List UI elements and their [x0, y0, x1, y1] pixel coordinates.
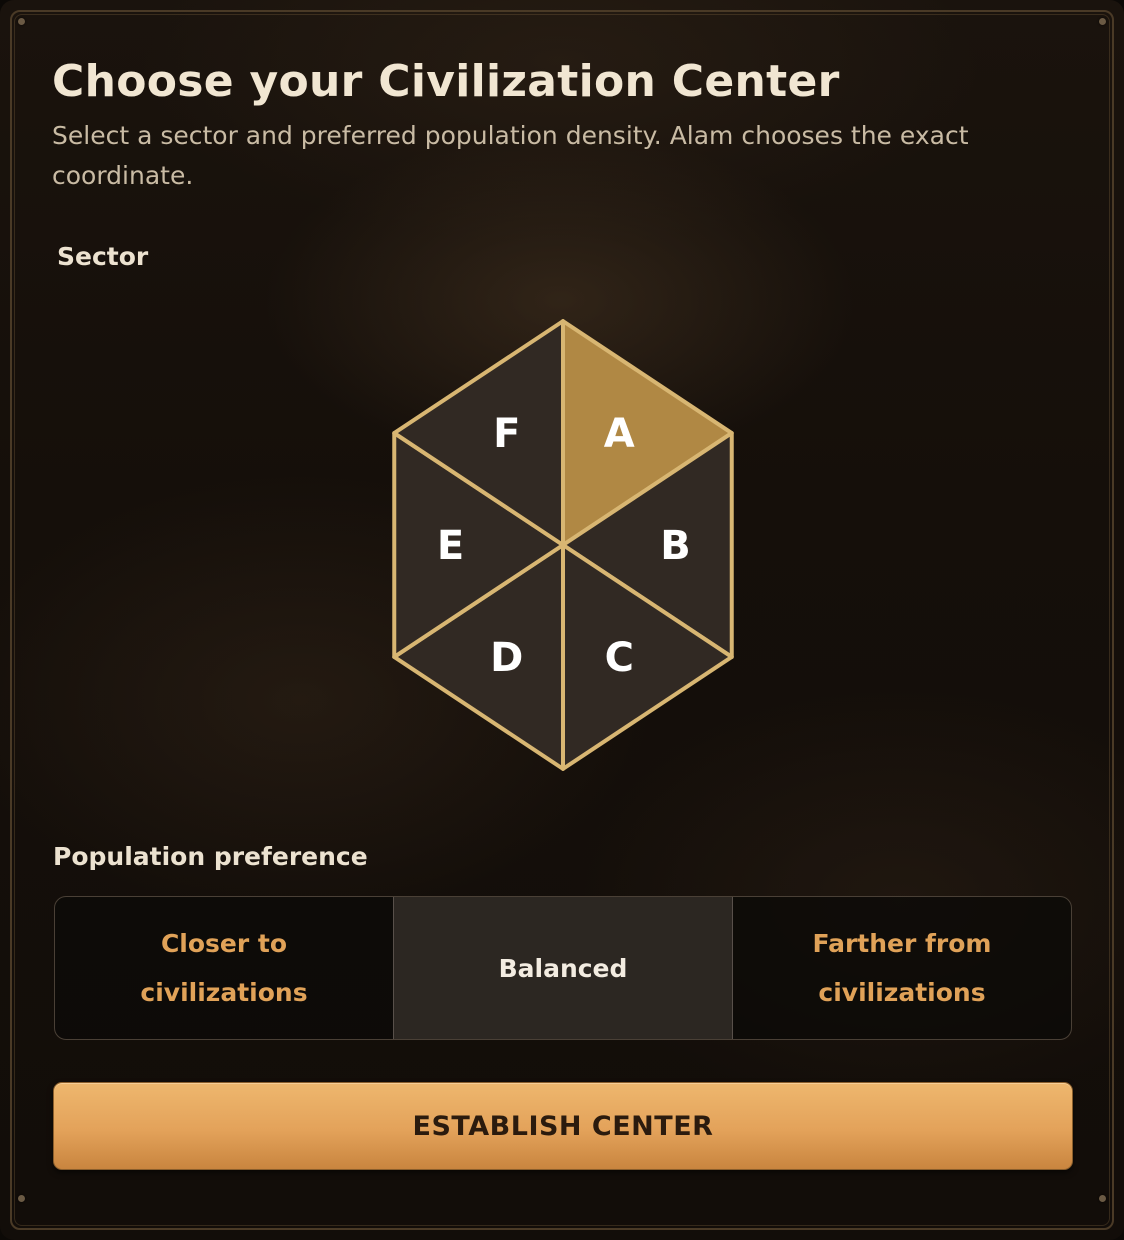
sector-f-label: F — [493, 411, 520, 457]
dialog-subtitle: Select a sector and preferred population… — [52, 121, 969, 190]
corner-stud — [18, 1195, 25, 1202]
sector-label: Sector — [57, 242, 149, 271]
sector-d-label: D — [490, 635, 523, 681]
dialog-title: Choose your Civilization Center — [52, 56, 840, 107]
sector-b-label: B — [660, 523, 691, 569]
corner-stud — [1099, 18, 1106, 25]
sector-hexagon-svg: A B C D E F — [392, 319, 734, 771]
corner-stud — [1099, 1195, 1106, 1202]
sector-e-label: E — [437, 523, 464, 569]
sector-hexagon: A B C D E F — [354, 306, 772, 786]
corner-stud — [18, 18, 25, 25]
population-preference-group: Closer to civilizations Balanced Farther… — [54, 896, 1072, 1040]
sector-a-label: A — [604, 411, 635, 457]
population-preference-label: Population preference — [53, 842, 368, 871]
population-option-balanced[interactable]: Balanced — [393, 897, 733, 1039]
civilization-center-dialog: Choose your Civilization Center Select a… — [0, 0, 1124, 1240]
population-option-closer[interactable]: Closer to civilizations — [55, 897, 393, 1039]
sector-c-label: C — [605, 635, 634, 681]
establish-center-button[interactable]: ESTABLISH CENTER — [53, 1082, 1073, 1170]
population-option-farther[interactable]: Farther from civilizations — [733, 897, 1071, 1039]
